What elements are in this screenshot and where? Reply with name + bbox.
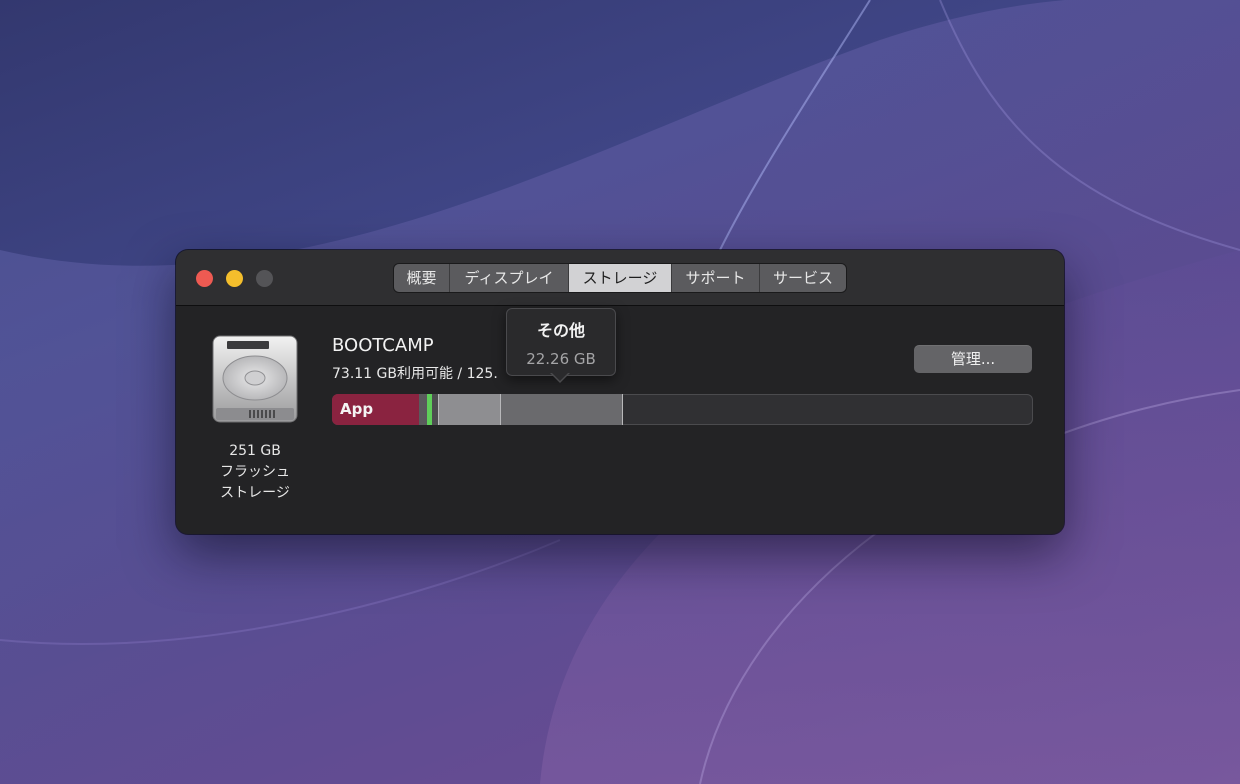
tab-support[interactable]: サポート (672, 264, 760, 292)
tooltip-arrow-inner (551, 372, 569, 381)
tab-displays[interactable]: ディスプレイ (450, 264, 569, 292)
tab-overview[interactable]: 概要 (394, 264, 450, 292)
minimize-window-button[interactable] (226, 270, 243, 287)
hard-drive-icon (212, 335, 298, 423)
disk-type-line1: フラッシュ (220, 464, 290, 480)
tooltip-title: その他 (536, 321, 585, 340)
disk-type-line2: ストレージ (220, 485, 290, 501)
volume-name: BOOTCAMP (332, 335, 434, 356)
storage-segment-light[interactable] (438, 394, 501, 425)
tab-service[interactable]: サービス (760, 264, 846, 292)
storage-segment-app-label: App (340, 400, 374, 418)
tooltip-value: 22.26 GB (526, 350, 596, 368)
close-window-button[interactable] (196, 270, 213, 287)
storage-tooltip: その他 22.26 GB (506, 308, 616, 376)
storage-segment-other[interactable] (501, 394, 623, 425)
tab-storage[interactable]: ストレージ (569, 264, 672, 292)
storage-usage-bar: App (332, 394, 1033, 425)
storage-segment-dark[interactable] (419, 394, 427, 425)
storage-segment-app[interactable]: App (332, 394, 419, 425)
zoom-window-button[interactable] (256, 270, 273, 287)
tab-bar: 概要 ディスプレイ ストレージ サポート サービス (394, 264, 846, 292)
volume-space-info: 73.11 GB利用可能 / 125. (332, 366, 498, 382)
disk-caption: 251 GB フラッシュ ストレージ (196, 441, 314, 504)
title-bar: 概要 ディスプレイ ストレージ サポート サービス (176, 250, 1064, 306)
system-info-window: 概要 ディスプレイ ストレージ サポート サービス 251 GB フラッシュ ス… (176, 250, 1064, 534)
manage-button[interactable]: 管理... (914, 345, 1032, 373)
disk-capacity: 251 GB (229, 443, 281, 459)
